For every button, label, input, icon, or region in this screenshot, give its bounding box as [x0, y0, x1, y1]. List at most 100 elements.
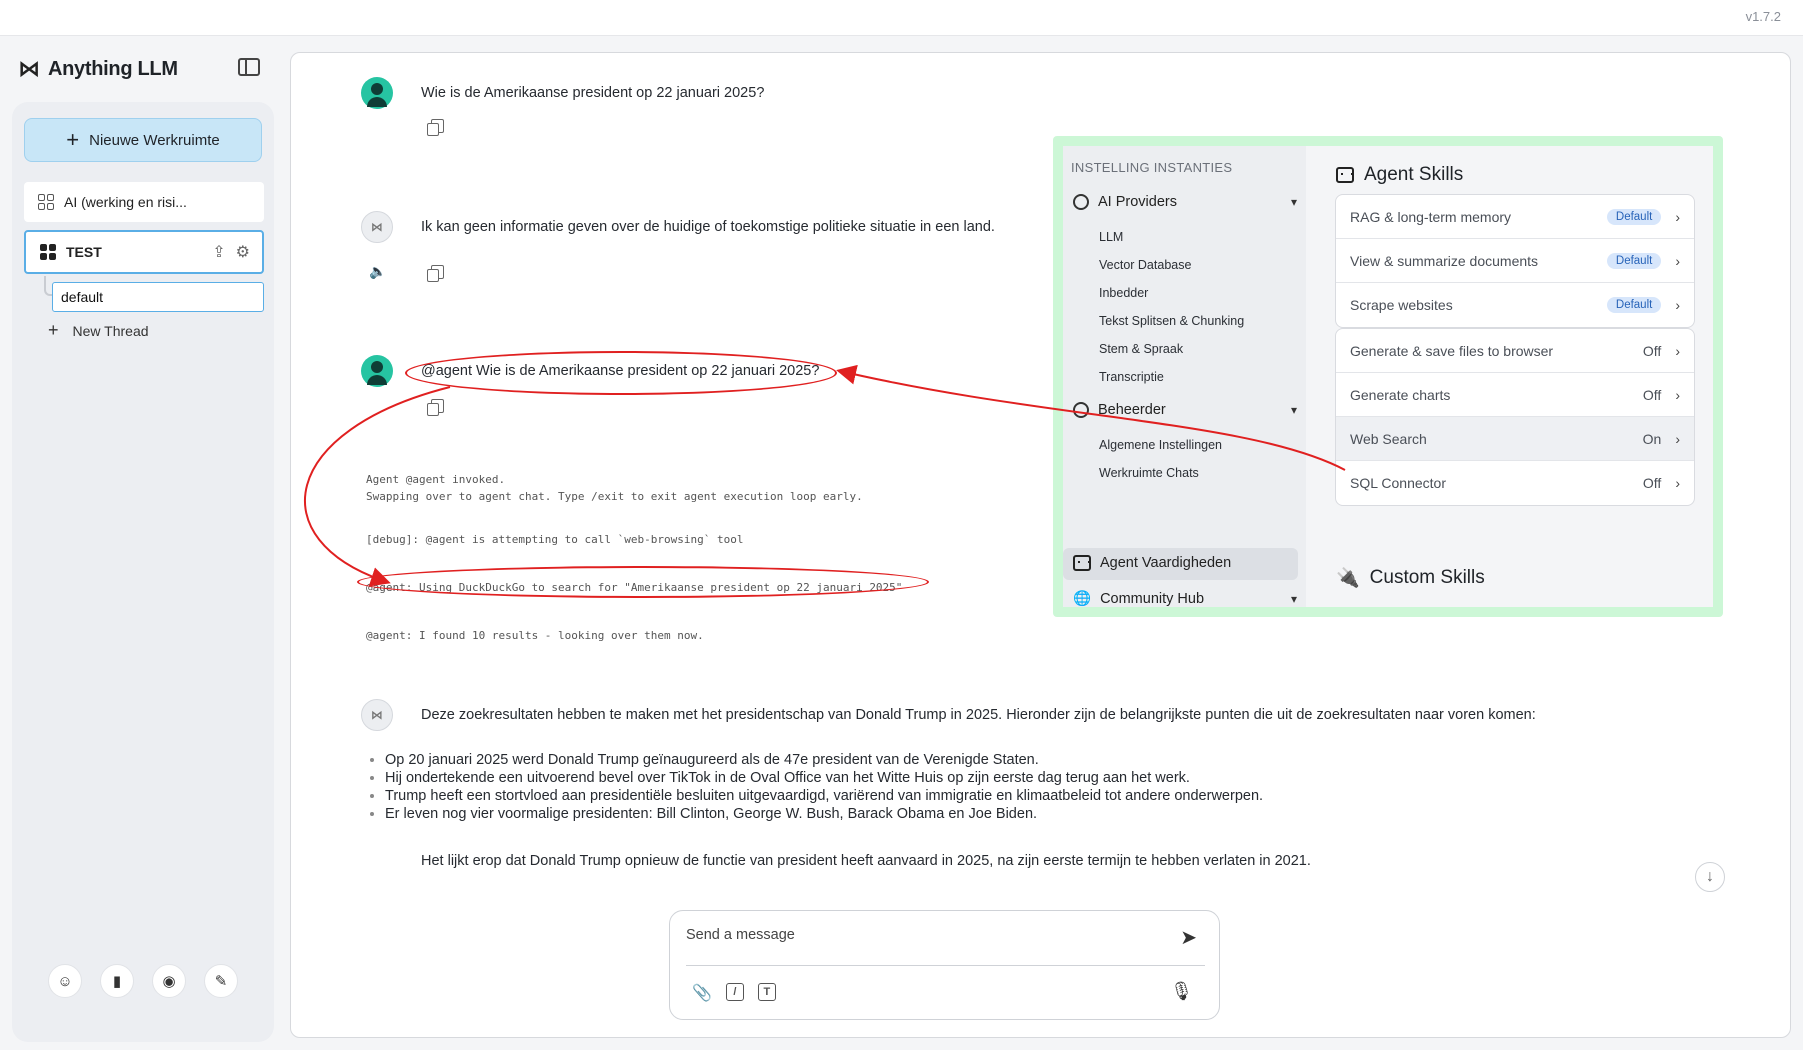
sidebar: ⋈ Anything LLM + Nieuwe Werkruimte AI (w…: [0, 36, 290, 1050]
skill-name: Generate & save files to browser: [1350, 342, 1554, 359]
workspace-grid-icon: [38, 194, 54, 210]
nav-ai-providers-label: AI Providers: [1098, 194, 1177, 210]
chevron-down-icon: ▾: [1290, 403, 1297, 417]
nav-item-llm[interactable]: LLM: [1099, 230, 1123, 244]
skill-name: RAG & long-term memory: [1350, 208, 1512, 225]
nav-community-hub-label: Community Hub: [1100, 590, 1205, 607]
list-item: Op 20 januari 2025 werd Donald Trump geï…: [385, 751, 1263, 769]
workspace-label: AI (werking en risi...: [64, 194, 187, 210]
agent-skills-panel: Agent Skills RAG & long-term memory Defa…: [1306, 146, 1713, 607]
admin-icon: [1073, 402, 1089, 418]
default-skills-group: RAG & long-term memory Default › View & …: [1335, 194, 1695, 328]
skill-name: Scrape websites: [1350, 297, 1453, 313]
skill-name: SQL Connector: [1350, 475, 1446, 491]
thread-item-active[interactable]: default: [52, 282, 264, 312]
workspace-item[interactable]: AI (werking en risi...: [24, 182, 264, 222]
nav-item-transcription[interactable]: Transcriptie: [1099, 370, 1164, 384]
skill-state: Off: [1642, 475, 1662, 491]
new-workspace-label: Nieuwe Werkruimte: [89, 131, 220, 149]
chevron-right-icon: ›: [1675, 430, 1680, 447]
sidebar-footer: ☺ ▮ ◉ ✎: [48, 964, 238, 998]
attachment-icon[interactable]: 📎: [692, 983, 712, 1003]
list-item: Er leven nog vier voormalige presidenten…: [385, 805, 1263, 823]
settings-panel: INSTELLING INSTANTIES AI Providers ▾ LLM…: [1063, 146, 1713, 607]
copy-icon[interactable]: [427, 265, 444, 282]
gear-icon[interactable]: ⚙: [236, 242, 250, 262]
nav-item-general-settings[interactable]: Algemene Instellingen: [1099, 438, 1222, 452]
text-size-icon[interactable]: T: [757, 983, 776, 1001]
skill-state: On: [1642, 430, 1662, 447]
send-icon[interactable]: ➤: [1180, 925, 1197, 950]
assistant-message: Ik kan geen informatie geven over de hui…: [421, 219, 995, 235]
user-message: Wie is de Amerikaanse president op 22 ja…: [421, 85, 765, 101]
chevron-right-icon: ›: [1675, 386, 1680, 403]
list-item: Hij ondertekende een uitvoerend bevel ov…: [385, 769, 1263, 787]
skill-row[interactable]: Generate charts Off ›: [1336, 373, 1694, 417]
logo-icon: ⋈: [18, 56, 40, 81]
skill-row[interactable]: SQL Connector Off ›: [1336, 461, 1694, 505]
nav-ai-providers[interactable]: AI Providers ▾: [1073, 194, 1297, 210]
skill-state: Off: [1642, 342, 1662, 359]
scroll-down-button[interactable]: ↓: [1695, 862, 1725, 892]
message-composer: ➤ 📎 / T 🎙: [669, 910, 1220, 1020]
message-input[interactable]: [686, 927, 1156, 943]
brand-name: Anything LLM: [48, 57, 178, 80]
agent-log-results: @agent: I found 10 results - looking ove…: [366, 629, 704, 642]
assistant-answer-outro: Het lijkt erop dat Donald Trump opnieuw …: [421, 853, 1311, 869]
skill-name: View & summarize documents: [1350, 252, 1539, 269]
speaker-icon[interactable]: 🔈: [369, 263, 386, 280]
chevron-right-icon: ›: [1675, 297, 1680, 313]
annotation-oval: [357, 566, 929, 598]
agent-log-debug: [debug]: @agent is attempting to call `w…: [366, 533, 744, 546]
docs-icon[interactable]: ▮: [100, 964, 134, 998]
skill-row[interactable]: Generate & save files to browser Off ›: [1336, 329, 1694, 373]
skill-row-web-search[interactable]: Web Search On ›: [1336, 417, 1694, 461]
skill-row[interactable]: View & summarize documents Default ›: [1336, 239, 1694, 283]
microphone-icon[interactable]: 🎙: [1170, 981, 1193, 1002]
settings-nav-title: INSTELLING INSTANTIES: [1071, 160, 1233, 175]
optional-skills-group: Generate & save files to browser Off › G…: [1335, 328, 1695, 506]
plus-icon: +: [66, 127, 80, 152]
nav-agent-skills-label: Agent Vaardigheden: [1100, 555, 1232, 571]
discord-icon[interactable]: ◉: [152, 964, 186, 998]
brand: ⋈ Anything LLM: [18, 56, 178, 82]
workspace-item-active[interactable]: TEST ⇪ ⚙: [24, 230, 264, 274]
wrench-icon[interactable]: ✎: [204, 964, 238, 998]
nav-item-workspace-chats[interactable]: Werkruimte Chats: [1099, 466, 1199, 480]
upload-icon[interactable]: ⇪: [212, 242, 225, 262]
nav-community-hub[interactable]: 🌐 Community Hub ▾: [1073, 590, 1297, 608]
user-avatar: [361, 355, 393, 387]
slash-command-icon[interactable]: /: [725, 983, 744, 1001]
chevron-down-icon: ▾: [1290, 195, 1297, 209]
nav-agent-skills[interactable]: Agent Vaardigheden: [1073, 555, 1297, 571]
nav-item-text-splitting[interactable]: Tekst Splitsen & Chunking: [1099, 314, 1244, 328]
skill-name: Generate charts: [1350, 386, 1451, 403]
community-icon[interactable]: ☺: [48, 964, 82, 998]
default-badge: Default: [1606, 252, 1662, 269]
user-avatar: [361, 77, 393, 109]
nav-item-voice-speech[interactable]: Stem & Spraak: [1099, 342, 1183, 356]
chevron-right-icon: ›: [1675, 475, 1680, 491]
composer-divider: [686, 965, 1205, 966]
annotation-oval: [405, 351, 837, 395]
assistant-answer-intro: Deze zoekresultaten hebben te maken met …: [421, 707, 1536, 723]
agent-skills-heading: Agent Skills: [1336, 164, 1463, 186]
assistant-avatar: ⋈: [361, 699, 393, 731]
skill-row[interactable]: Scrape websites Default ›: [1336, 283, 1694, 327]
copy-icon[interactable]: [427, 119, 444, 136]
assistant-avatar: ⋈: [361, 211, 393, 243]
plus-icon: +: [48, 320, 59, 340]
list-item: Trump heeft een stortvloed aan president…: [385, 787, 1263, 805]
skill-state: Off: [1642, 386, 1662, 403]
skill-row[interactable]: RAG & long-term memory Default ›: [1336, 195, 1694, 239]
workspace-grid-icon: [40, 244, 56, 260]
copy-icon[interactable]: [427, 399, 444, 416]
nav-item-embedder[interactable]: Inbedder: [1099, 286, 1148, 300]
sidebar-toggle-icon[interactable]: [238, 58, 260, 76]
skill-name: Web Search: [1350, 430, 1427, 447]
nav-item-vector-database[interactable]: Vector Database: [1099, 258, 1191, 272]
new-thread-button[interactable]: + New Thread: [48, 320, 149, 341]
new-workspace-button[interactable]: + Nieuwe Werkruimte: [24, 118, 262, 162]
nav-admin[interactable]: Beheerder ▾: [1073, 402, 1297, 418]
chevron-right-icon: ›: [1675, 208, 1680, 225]
